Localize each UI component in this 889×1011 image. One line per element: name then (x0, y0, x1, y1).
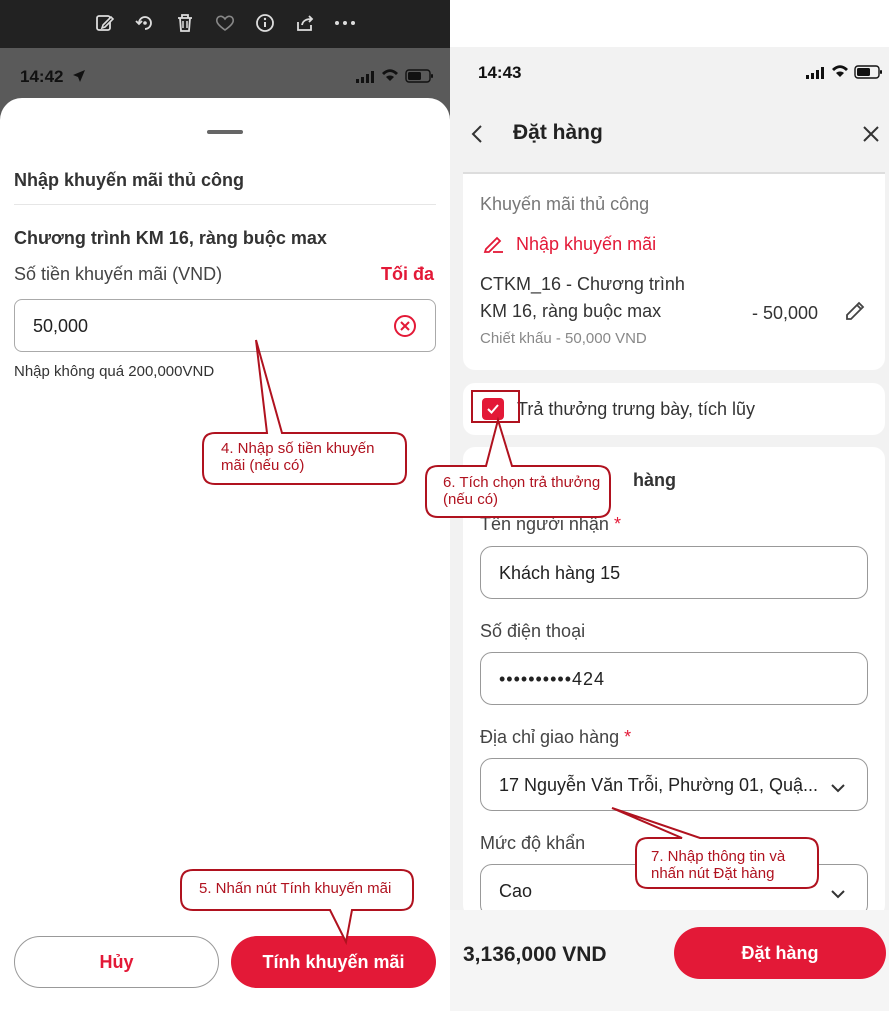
recipient-value[interactable]: Khách hàng 15 (499, 563, 620, 584)
more-icon[interactable] (334, 12, 356, 34)
order-bottom-bar: 3,136,000 VND Đặt hàng (450, 910, 889, 1011)
reward-checkbox[interactable] (482, 398, 504, 420)
status-time: 14:42 (20, 67, 64, 86)
promo-bottom-sheet: Nhập khuyến mãi thủ công Chương trình KM… (0, 98, 450, 1011)
program-title: Chương trình KM 16, ràng buộc max (14, 228, 327, 248)
recipient-label: Tên người nhận * (480, 514, 621, 534)
pencil-icon[interactable] (844, 300, 866, 327)
promo-section-label: Khuyến mãi thủ công (480, 194, 650, 214)
info-icon[interactable] (254, 12, 276, 34)
cancel-button[interactable]: Hủy (14, 936, 219, 988)
signal-icon (806, 66, 826, 84)
rotate-icon[interactable] (134, 12, 156, 34)
amount-input-value[interactable]: 50,000 (33, 316, 88, 337)
location-arrow-icon (72, 69, 86, 88)
wifi-icon (381, 68, 399, 87)
phone-label: Số điện thoại (480, 621, 586, 641)
battery-icon (854, 65, 884, 84)
amount-label: Số tiền khuyến mãi (VND) (14, 264, 223, 284)
back-icon[interactable] (470, 124, 484, 149)
phone-value[interactable]: ••••••••••424 (499, 669, 605, 690)
status-bar: 14:42 (0, 48, 450, 103)
recipient-input[interactable]: Khách hàng 15 (480, 546, 868, 599)
address-label: Địa chỉ giao hàng * (480, 727, 632, 747)
divider (14, 204, 436, 205)
amount-input[interactable]: 50,000 (14, 299, 436, 352)
trash-icon[interactable] (174, 12, 196, 34)
order-total: 3,136,000 VND (463, 943, 607, 966)
pencil-icon (483, 233, 505, 258)
status-time: 14:43 (478, 63, 522, 82)
promo-name-line2: KM 16, ràng buộc max (480, 301, 662, 321)
edit-icon[interactable] (94, 12, 116, 34)
reward-card: Trả thưởng trưng bày, tích lũy (463, 383, 885, 435)
wifi-icon (831, 64, 849, 83)
address-select[interactable]: 17 Nguyễn Văn Trỗi, Phường 01, Quậ... (480, 758, 868, 811)
address-value[interactable]: 17 Nguyễn Văn Trỗi, Phường 01, Quậ... (499, 775, 818, 796)
callout-7-text: 7. Nhập thông tin và nhấn nút Đặt hàng (651, 848, 786, 883)
section-heading: hàng (633, 470, 676, 490)
calculate-promo-button[interactable]: Tính khuyến mãi (231, 936, 436, 988)
clear-icon[interactable] (393, 314, 417, 338)
sheet-handle[interactable] (207, 130, 243, 134)
battery-icon (405, 69, 435, 88)
left-screen: 14:42 Nhập khuyến mãi thủ công Chương tr… (0, 0, 450, 1011)
max-link[interactable]: Tối đa (381, 264, 434, 285)
share-icon[interactable] (294, 12, 316, 34)
reward-checkbox-label: Trả thưởng trưng bày, tích lũy (517, 399, 755, 419)
chevron-down-icon (831, 780, 845, 798)
promo-amount: - 50,000 (752, 303, 819, 323)
heart-icon[interactable] (214, 12, 236, 34)
phone-input[interactable]: ••••••••••424 (480, 652, 868, 705)
order-header: 14:43 Đặt hàng (450, 47, 889, 172)
promo-name-line1: CTKM_16 - Chương trình (480, 274, 685, 294)
photo-toolbar (0, 0, 450, 48)
callout-6-text: 6. Tích chọn trả thưởng (nếu có) (443, 474, 601, 509)
promo-discount: Chiết khấu - 50,000 VND (480, 330, 647, 347)
signal-icon (356, 70, 376, 88)
callout-5-text: 5. Nhấn nút Tính khuyến mãi (199, 880, 392, 897)
callout-4-text: 4. Nhập số tiền khuyến mãi (nếu có) (221, 440, 375, 475)
place-order-button[interactable]: Đặt hàng (674, 927, 886, 979)
enter-promo-link[interactable]: Nhập khuyến mãi (516, 234, 656, 255)
amount-hint: Nhập không quá 200,000VND (14, 363, 215, 380)
chevron-down-icon (831, 886, 845, 904)
urgency-value[interactable]: Cao (499, 881, 532, 902)
sheet-title: Nhập khuyến mãi thủ công (14, 170, 245, 190)
close-icon[interactable] (862, 125, 880, 148)
promo-card: Khuyến mãi thủ công Nhập khuyến mãi CTKM… (463, 172, 885, 370)
urgency-label: Mức độ khẩn (480, 833, 586, 853)
page-title: Đặt hàng (513, 121, 603, 144)
